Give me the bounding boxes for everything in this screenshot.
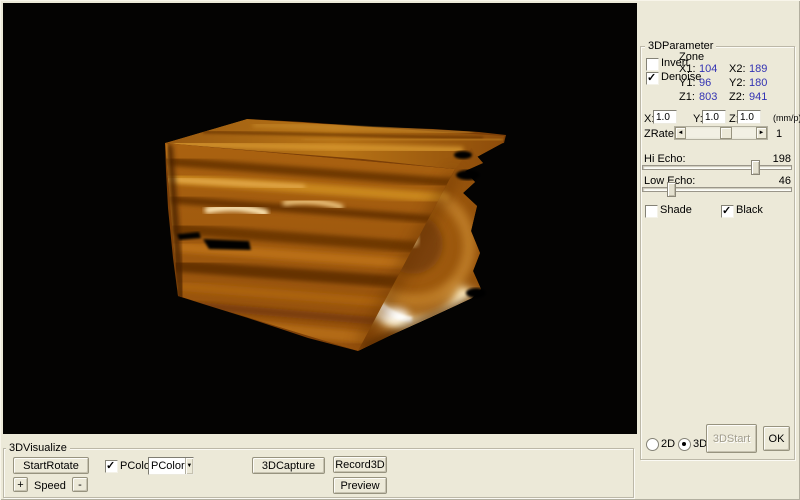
zone-x1-label: X1: [679, 63, 696, 75]
invert-checkbox[interactable] [646, 58, 659, 71]
chevron-down-icon[interactable]: ▼ [185, 458, 193, 474]
app-window: 3DParameter Invert Denoise Zone X1: 104 … [0, 0, 800, 500]
2d-radio[interactable] [646, 438, 659, 451]
zone-y2-label: Y2: [729, 77, 746, 89]
parameter-panel: 3DParameter Invert Denoise Zone X1: 104 … [637, 0, 800, 500]
scale-unit-label: (mm/p) [773, 113, 800, 123]
start-rotate-button[interactable]: StartRotate [13, 457, 89, 474]
zone-z2-value: 941 [749, 91, 767, 103]
parameter-groupbox: 3DParameter Invert Denoise Zone X1: 104 … [640, 46, 795, 460]
speed-label: Speed [34, 480, 66, 492]
denoise-checkbox[interactable] [646, 72, 659, 85]
pcolor-select[interactable]: PColor ▼ [148, 457, 194, 475]
hi-echo-thumb[interactable] [751, 160, 760, 175]
zone-y2-value: 180 [749, 77, 767, 89]
volume-render [3, 3, 637, 434]
3d-radio-label: 3D [693, 438, 707, 450]
y-scale-input[interactable] [702, 110, 726, 124]
zone-z1-label: Z1: [679, 91, 695, 103]
low-echo-thumb[interactable] [667, 182, 676, 197]
3d-radio[interactable] [678, 438, 691, 451]
zrate-thumb[interactable] [720, 127, 732, 139]
black-checkbox[interactable] [721, 205, 734, 218]
speed-minus-button[interactable]: - [72, 477, 88, 492]
3dcapture-button[interactable]: 3DCapture [252, 457, 325, 474]
zone-y1-label: Y1: [679, 77, 696, 89]
visualize-group-title: 3DVisualize [6, 442, 70, 454]
hi-echo-value: 198 [773, 153, 791, 165]
zrate-left-arrow[interactable]: ◄ [675, 127, 686, 139]
zone-z2-label: Z2: [729, 91, 745, 103]
zone-x2-label: X2: [729, 63, 746, 75]
zrate-scrollbar[interactable]: ◄ ► [674, 126, 768, 140]
ok-button[interactable]: OK [763, 426, 790, 451]
low-echo-track[interactable] [642, 187, 792, 192]
speed-plus-button[interactable]: + [13, 477, 28, 492]
z-scale-input[interactable] [737, 110, 761, 124]
zone-x2-value: 189 [749, 63, 767, 75]
3d-viewport[interactable] [3, 3, 637, 434]
zone-y1-value: 96 [699, 77, 711, 89]
pcolor-checkbox[interactable] [105, 460, 118, 473]
zrate-value: 1 [776, 128, 782, 140]
hi-echo-label: Hi Echo: [644, 153, 686, 165]
zrate-label: ZRate [644, 128, 674, 140]
2d-radio-label: 2D [661, 438, 675, 450]
black-label: Black [736, 204, 763, 216]
record3d-button[interactable]: Record3D [333, 456, 387, 473]
3dstart-button[interactable]: 3DStart [706, 424, 757, 453]
shade-checkbox[interactable] [645, 205, 658, 218]
hi-echo-track[interactable] [642, 165, 792, 170]
shade-label: Shade [660, 204, 692, 216]
zone-x1-value: 104 [699, 63, 717, 75]
zone-title: Zone [679, 51, 704, 63]
x-scale-input[interactable] [653, 110, 677, 124]
visualize-groupbox: 3DVisualize StartRotate + Speed - PColor… [3, 448, 634, 498]
zone-z1-value: 803 [699, 91, 717, 103]
preview-button[interactable]: Preview [333, 477, 387, 494]
zrate-right-arrow[interactable]: ► [756, 127, 767, 139]
pcolor-select-value: PColor [149, 460, 185, 472]
low-echo-value: 46 [779, 175, 791, 187]
